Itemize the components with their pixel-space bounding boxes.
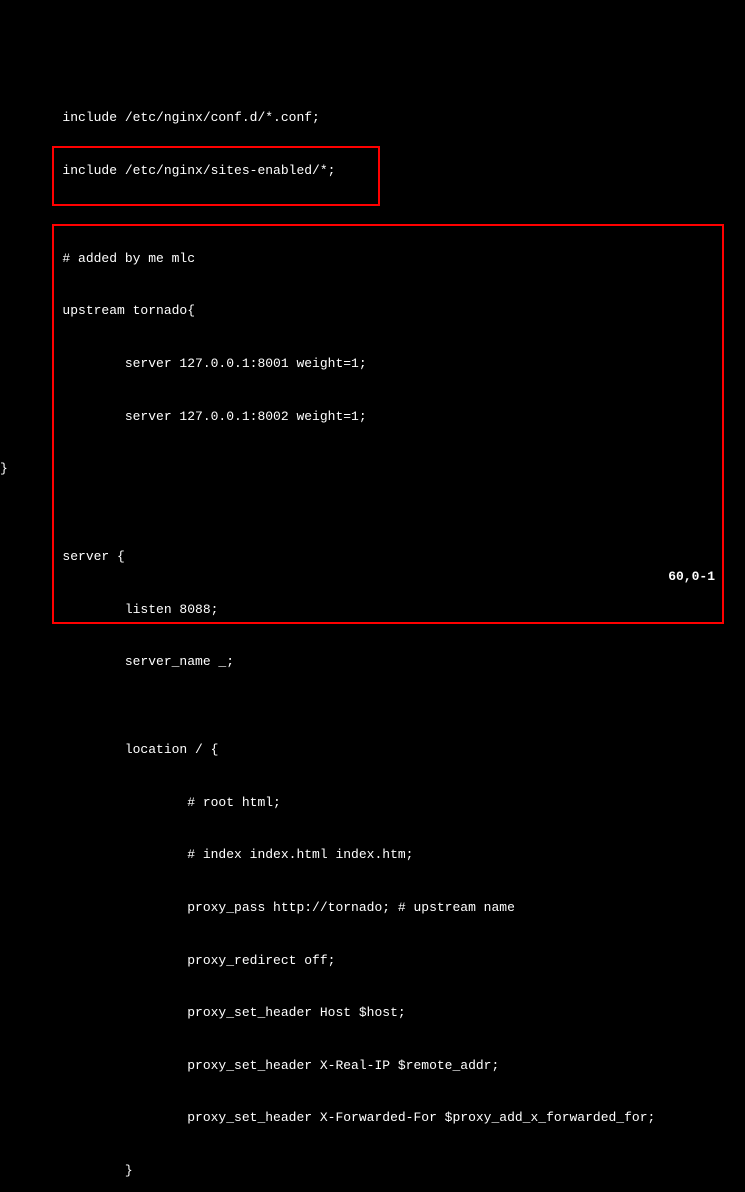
code-line: proxy_set_header X-Forwarded-For $proxy_…	[0, 1109, 745, 1127]
code-line: proxy_set_header Host $host;	[0, 1004, 745, 1022]
vim-status-position: 60,0-1	[668, 568, 715, 586]
editor-viewport[interactable]: include /etc/nginx/conf.d/*.conf; includ…	[0, 70, 745, 1192]
code-line: include /etc/nginx/sites-enabled/*;	[0, 162, 745, 180]
code-line: # root html;	[0, 794, 745, 812]
code-line: proxy_set_header X-Real-IP $remote_addr;	[0, 1057, 745, 1075]
code-line: location / {	[0, 741, 745, 759]
code-line: server 127.0.0.1:8001 weight=1;	[0, 355, 745, 373]
code-line: listen 8088;	[0, 601, 745, 619]
code-line: }	[0, 460, 745, 478]
code-line: # added by me mlc	[0, 250, 745, 268]
code-line: server_name _;	[0, 653, 745, 671]
code-line: server 127.0.0.1:8002 weight=1;	[0, 408, 745, 426]
code-line: proxy_pass http://tornado; # upstream na…	[0, 899, 745, 917]
code-line: upstream tornado{	[0, 302, 745, 320]
code-line: include /etc/nginx/conf.d/*.conf;	[0, 109, 745, 127]
code-line: }	[0, 1162, 745, 1180]
code-line: proxy_redirect off;	[0, 952, 745, 970]
code-line: # index index.html index.htm;	[0, 846, 745, 864]
code-line: server {	[0, 548, 745, 566]
